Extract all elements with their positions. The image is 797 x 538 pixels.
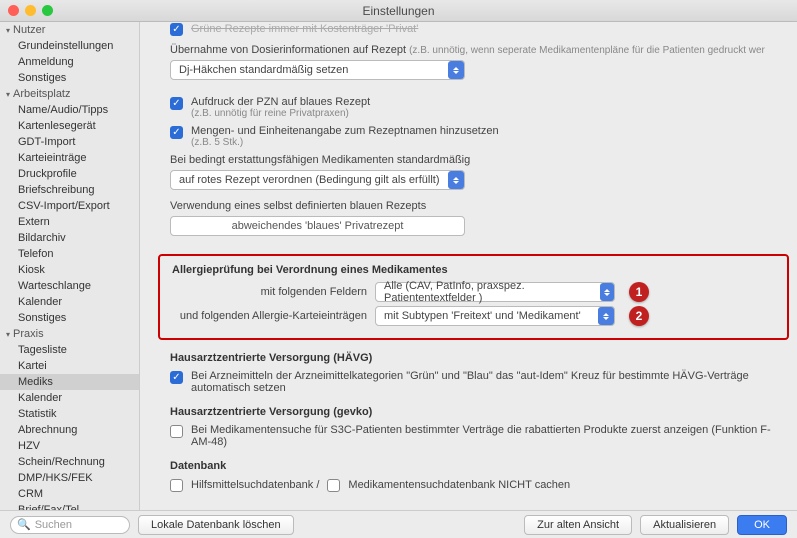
sidebar-item[interactable]: Briefschreibung bbox=[0, 182, 139, 198]
titlebar: Einstellungen bbox=[0, 0, 797, 22]
sidebar-item[interactable]: Druckprofile bbox=[0, 166, 139, 182]
sidebar-item[interactable]: Kalender bbox=[0, 390, 139, 406]
search-placeholder: Suchen bbox=[35, 519, 72, 531]
label: Übernahme von Dosierinformationen auf Re… bbox=[170, 44, 406, 56]
sidebar-item[interactable]: Telefon bbox=[0, 246, 139, 262]
checkbox-pzn[interactable] bbox=[170, 97, 183, 110]
sidebar-item[interactable]: Sonstiges bbox=[0, 70, 139, 86]
label: Aufdruck der PZN auf blaues Rezept bbox=[191, 96, 777, 108]
sidebar-item[interactable]: Sonstiges bbox=[0, 310, 139, 326]
sidebar-item[interactable]: Mediks bbox=[0, 374, 139, 390]
pzn-row: Aufdruck der PZN auf blaues Rezept (z.B.… bbox=[170, 96, 777, 119]
db-title: Datenbank bbox=[170, 460, 777, 472]
search-icon: 🔍 bbox=[17, 518, 31, 531]
content-pane: Grüne Rezepte immer mit Kostenträger 'Pr… bbox=[140, 22, 797, 516]
dosier-select[interactable]: Dj-Häkchen standardmäßig setzen bbox=[170, 60, 465, 80]
checkbox-db-a[interactable] bbox=[170, 479, 183, 492]
refresh-button[interactable]: Aktualisieren bbox=[640, 515, 729, 535]
sidebar-item[interactable]: Warteschlange bbox=[0, 278, 139, 294]
main: NutzerGrundeinstellungenAnmeldungSonstig… bbox=[0, 22, 797, 516]
allergy-fields-select[interactable]: Alle (CAV, PatInfo, praxspez. Patientent… bbox=[375, 282, 615, 302]
bedingt-label: Bei bedingt erstattungsfähigen Medikamen… bbox=[170, 154, 777, 166]
oldview-button[interactable]: Zur alten Ansicht bbox=[524, 515, 632, 535]
callout-1: 1 bbox=[629, 282, 649, 302]
sidebar-item[interactable]: Tagesliste bbox=[0, 342, 139, 358]
sidebar-item[interactable]: DMP/HKS/FEK bbox=[0, 470, 139, 486]
label: und folgenden Allergie-Karteieinträgen bbox=[172, 310, 367, 322]
select-value: Alle (CAV, PatInfo, praxspez. Patientent… bbox=[384, 280, 594, 304]
chevron-updown-icon bbox=[598, 307, 614, 325]
input-value: abweichendes 'blaues' Privatrezept bbox=[232, 220, 404, 232]
sidebar-group[interactable]: Nutzer bbox=[0, 22, 139, 38]
localdb-delete-button[interactable]: Lokale Datenbank löschen bbox=[138, 515, 294, 535]
haevg-row: Bei Arzneimitteln der Arzneimittelkatego… bbox=[170, 370, 777, 394]
bedingt-select[interactable]: auf rotes Rezept verordnen (Bedingung gi… bbox=[170, 170, 465, 190]
hint: (z.B. unnötig, wenn seperate Medikamente… bbox=[409, 45, 765, 56]
label: Bei Medikamentensuche für S3C-Patienten … bbox=[191, 424, 777, 448]
sidebar-item[interactable]: Statistik bbox=[0, 406, 139, 422]
sidebar[interactable]: NutzerGrundeinstellungenAnmeldungSonstig… bbox=[0, 22, 140, 516]
chevron-updown-icon bbox=[600, 283, 614, 301]
label: Bei Arzneimitteln der Arzneimittelkatego… bbox=[191, 370, 777, 394]
label: mit folgenden Feldern bbox=[172, 286, 367, 298]
checkbox-gevko[interactable] bbox=[170, 425, 183, 438]
sidebar-item[interactable]: Kalender bbox=[0, 294, 139, 310]
mengen-row: Mengen- und Einheitenangabe zum Rezeptna… bbox=[170, 125, 777, 148]
hint: (z.B. unnötig für reine Privatpraxen) bbox=[191, 108, 777, 119]
select-value: mit Subtypen 'Freitext' und 'Medikament' bbox=[384, 310, 581, 322]
checkbox[interactable] bbox=[170, 23, 183, 36]
chevron-updown-icon bbox=[448, 171, 464, 189]
label: Grüne Rezepte immer mit Kostenträger 'Pr… bbox=[191, 23, 418, 35]
db-row: Hilfsmittelsuchdatenbank / Medikamentens… bbox=[170, 478, 777, 492]
sidebar-item[interactable]: HZV bbox=[0, 438, 139, 454]
ok-button[interactable]: OK bbox=[737, 515, 787, 535]
callout-2: 2 bbox=[629, 306, 649, 326]
gevko-row: Bei Medikamentensuche für S3C-Patienten … bbox=[170, 424, 777, 448]
select-value: Dj-Häkchen standardmäßig setzen bbox=[179, 64, 348, 76]
checkbox-haevg[interactable] bbox=[170, 371, 183, 384]
sidebar-item[interactable]: Extern bbox=[0, 214, 139, 230]
partial-row: Grüne Rezepte immer mit Kostenträger 'Pr… bbox=[170, 22, 777, 36]
search-input[interactable]: 🔍 Suchen bbox=[10, 516, 130, 534]
sidebar-item[interactable]: Grundeinstellungen bbox=[0, 38, 139, 54]
dosier-row: Übernahme von Dosierinformationen auf Re… bbox=[170, 44, 777, 56]
allergy-fields-row: mit folgenden Feldern Alle (CAV, PatInfo… bbox=[172, 282, 775, 302]
label: Medikamentensuchdatenbank NICHT cachen bbox=[348, 479, 570, 491]
gevko-title: Hausarztzentrierte Versorgung (gevko) bbox=[170, 406, 777, 418]
sidebar-item[interactable]: Anmeldung bbox=[0, 54, 139, 70]
haevg-title: Hausarztzentrierte Versorgung (HÄVG) bbox=[170, 352, 777, 364]
window-title: Einstellungen bbox=[0, 4, 797, 18]
sidebar-item[interactable]: Kartenlesegerät bbox=[0, 118, 139, 134]
checkbox-db-b[interactable] bbox=[327, 479, 340, 492]
blau-input[interactable]: abweichendes 'blaues' Privatrezept bbox=[170, 216, 465, 236]
chevron-updown-icon bbox=[448, 61, 464, 79]
allergy-kartei-select[interactable]: mit Subtypen 'Freitext' und 'Medikament' bbox=[375, 306, 615, 326]
sidebar-item[interactable]: Karteieinträge bbox=[0, 150, 139, 166]
sidebar-item[interactable]: CSV-Import/Export bbox=[0, 198, 139, 214]
sidebar-item[interactable]: Name/Audio/Tipps bbox=[0, 102, 139, 118]
label: Mengen- und Einheitenangabe zum Rezeptna… bbox=[191, 125, 777, 137]
allergy-highlight-box: Allergieprüfung bei Verordnung eines Med… bbox=[158, 254, 789, 340]
blau-label: Verwendung eines selbst definierten blau… bbox=[170, 200, 777, 212]
hint: (z.B. 5 Stk.) bbox=[191, 137, 777, 148]
checkbox-mengen[interactable] bbox=[170, 126, 183, 139]
sidebar-item[interactable]: Kartei bbox=[0, 358, 139, 374]
sidebar-item[interactable]: Bildarchiv bbox=[0, 230, 139, 246]
sidebar-item[interactable]: GDT-Import bbox=[0, 134, 139, 150]
footer: 🔍 Suchen Lokale Datenbank löschen Zur al… bbox=[0, 510, 797, 538]
sidebar-group[interactable]: Praxis bbox=[0, 326, 139, 342]
sidebar-group[interactable]: Arbeitsplatz bbox=[0, 86, 139, 102]
select-value: auf rotes Rezept verordnen (Bedingung gi… bbox=[179, 174, 439, 186]
sidebar-item[interactable]: CRM bbox=[0, 486, 139, 502]
allergy-title: Allergieprüfung bei Verordnung eines Med… bbox=[172, 264, 775, 276]
sidebar-item[interactable]: Abrechnung bbox=[0, 422, 139, 438]
label: Hilfsmittelsuchdatenbank / bbox=[191, 479, 319, 491]
allergy-kartei-row: und folgenden Allergie-Karteieinträgen m… bbox=[172, 306, 775, 326]
sidebar-item[interactable]: Kiosk bbox=[0, 262, 139, 278]
sidebar-item[interactable]: Schein/Rechnung bbox=[0, 454, 139, 470]
